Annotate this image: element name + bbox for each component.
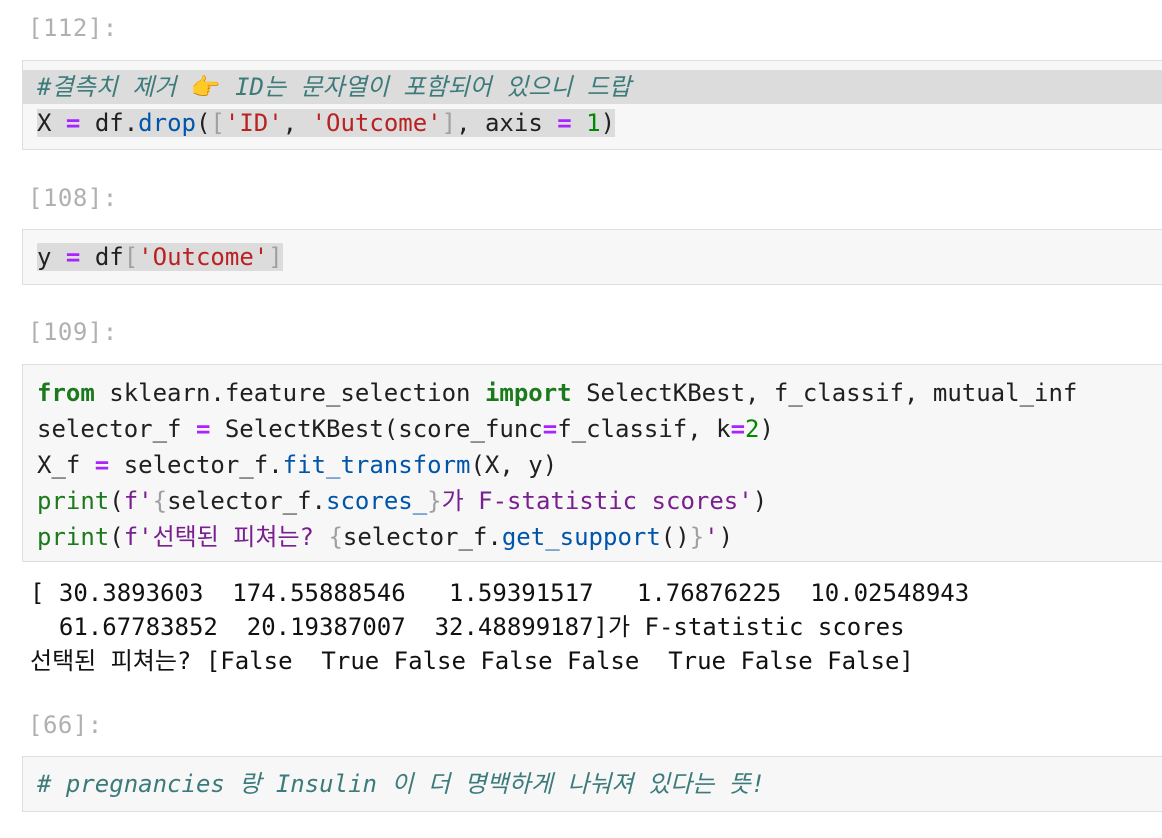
code-input[interactable]: y = df['Outcome'] (22, 229, 1162, 285)
code-input[interactable]: #결측치 제거 👉 ID는 문자열이 포함되어 있으니 드랍 X = df.dr… (22, 60, 1162, 150)
code-line-selector: selector_f = SelectKBest(score_func=f_cl… (37, 415, 774, 443)
cell-prompt: [66]: (28, 711, 103, 739)
output-line: [ 30.3893603 174.55888546 1.59391517 1.7… (30, 579, 970, 607)
code-input[interactable]: # pregnancies 랑 Insulin 이 더 명백하게 나눠져 있다는… (22, 756, 1162, 812)
code-input[interactable]: from sklearn.feature_selection import Se… (22, 364, 1162, 562)
cell-prompt: [109]: (28, 318, 118, 346)
code-line-import: from sklearn.feature_selection import Se… (37, 379, 1078, 407)
cell-prompt: [112]: (28, 14, 118, 42)
code-line-fit: X_f = selector_f.fit_transform(X, y) (37, 451, 558, 479)
code-line-comment: #결측치 제거 👉 ID는 문자열이 포함되어 있으니 드랍 (37, 73, 631, 101)
output-line: 61.67783852 20.19387007 32.48899187]가 F-… (30, 613, 905, 641)
code-line-comment: # pregnancies 랑 Insulin 이 더 명백하게 나눠져 있다는… (37, 770, 766, 798)
code-line-print-scores: print(f'{selector_f.scores_}가 F-statisti… (37, 487, 768, 515)
output-line: 선택된 피쳐는? [False True False False False T… (30, 647, 914, 675)
pointing-hand-icon: 👉 (190, 73, 221, 101)
code-line-y: y = df['Outcome'] (37, 243, 283, 271)
code-line-drop: X = df.drop(['ID', 'Outcome'], axis = 1) (37, 109, 616, 137)
cell-prompt: [108]: (28, 184, 118, 212)
code-line-print-support: print(f'선택된 피쳐는? {selector_f.get_support… (37, 523, 734, 551)
